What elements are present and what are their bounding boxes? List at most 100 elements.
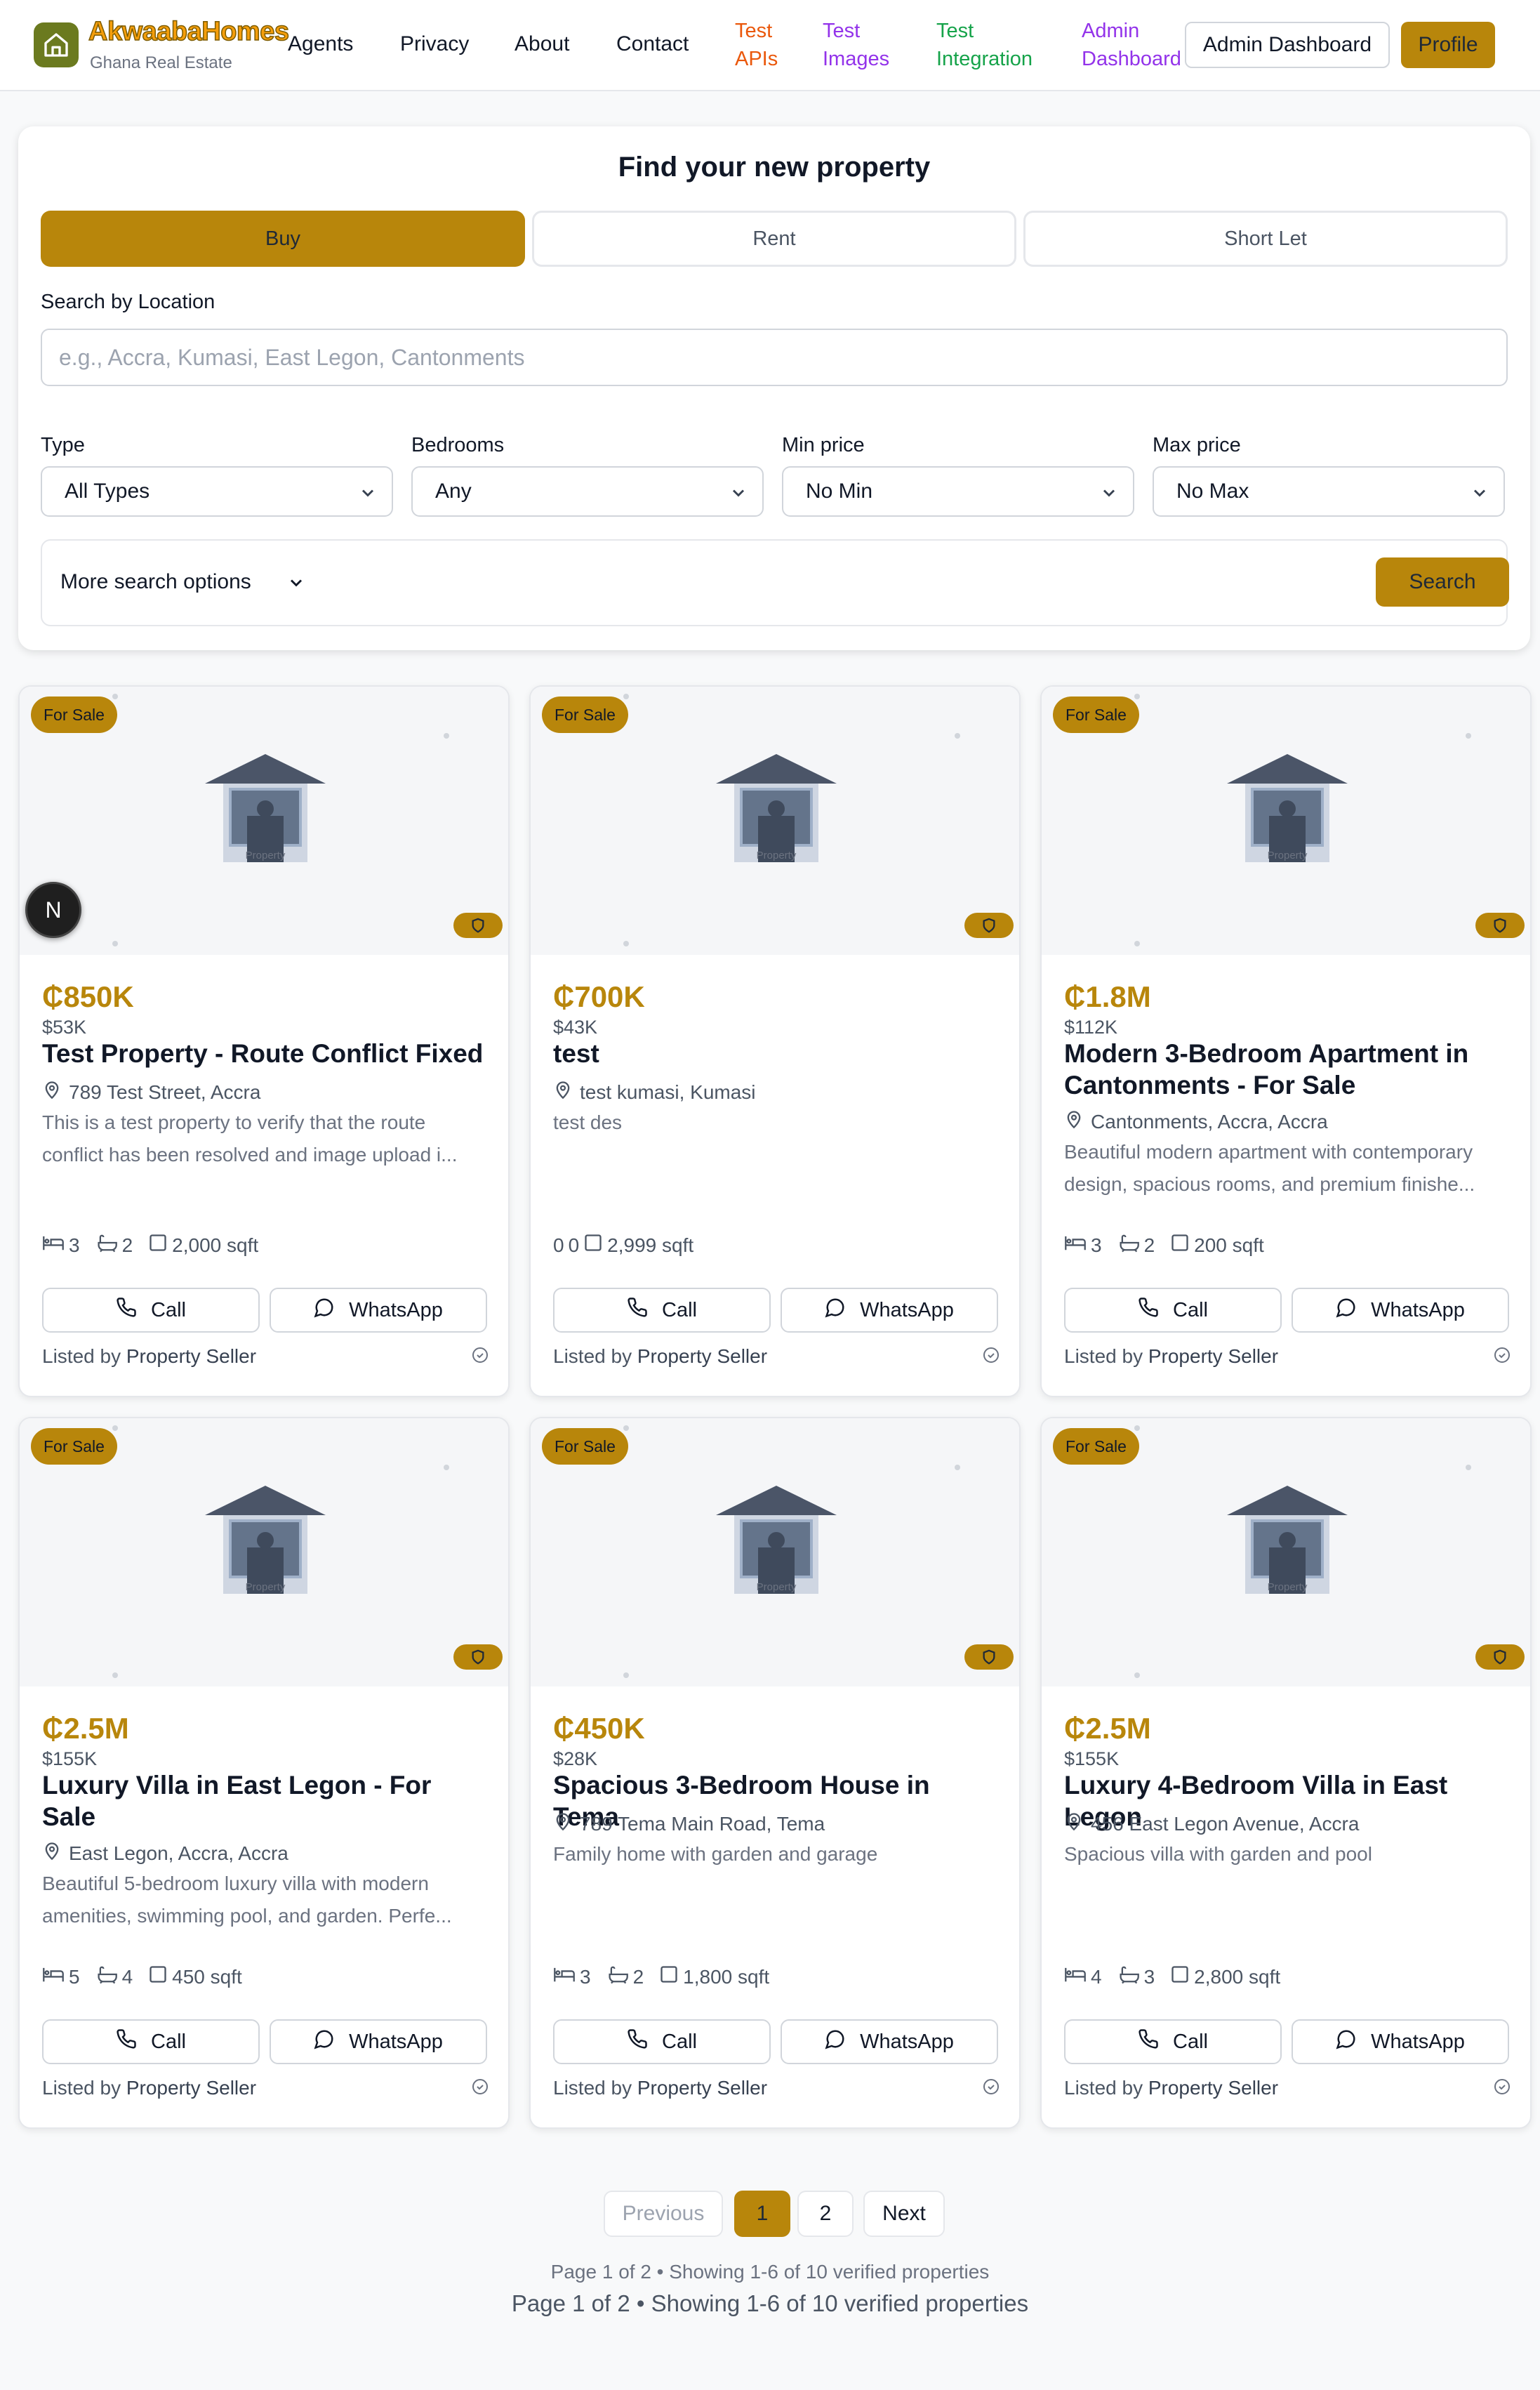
call-button[interactable]: Call [553,2019,771,2064]
verified-check-icon [1494,2078,1511,2099]
beds-count: 0 [553,1234,564,1256]
min-price-select[interactable]: No Min [782,466,1134,517]
seller-name[interactable]: Property Seller [637,2077,767,2099]
baths-count: 4 [121,1965,133,1988]
whatsapp-button[interactable]: WhatsApp [781,2019,998,2064]
pagination-next-button[interactable]: Next [863,2191,945,2237]
house-placeholder-icon: Property [1224,1479,1350,1609]
call-label: Call [662,1298,697,1321]
property-image[interactable]: Property For Sale [20,1418,508,1686]
call-button[interactable]: Call [1064,1288,1282,1333]
nav-test-images[interactable]: Test Images [823,17,889,73]
property-card[interactable]: Property For Sale ₵1.8M $112K Modern 3-Bedro… [1040,685,1532,1397]
image-dot [1466,733,1471,739]
property-card[interactable]: Property For Sale ₵850K $53K Test Property -… [18,685,510,1397]
nav-admin-line2: Dashboard [1082,48,1181,70]
call-button[interactable]: Call [42,1288,260,1333]
property-card[interactable]: Property For Sale ₵450K $28K Spacious 3-Bedr… [529,1417,1021,2129]
chat-icon [825,1297,846,1323]
nav-test-apis[interactable]: Test APIs [735,17,778,73]
property-image[interactable]: Property For Sale [1042,687,1530,955]
whatsapp-label: WhatsApp [860,2030,954,2053]
search-button[interactable]: Search [1376,557,1509,607]
location-pin-icon [1064,1811,1084,1836]
location-pin-icon [42,1841,62,1866]
listed-by-prefix: Listed by [42,1345,126,1367]
chevron-down-icon[interactable] [286,573,306,593]
pagination-previous-button[interactable]: Previous [604,2191,723,2237]
call-label: Call [1173,2030,1208,2053]
tab-rent[interactable]: Rent [532,211,1016,267]
property-card[interactable]: Property For Sale ₵700K $43K test test kumasi… [529,685,1021,1397]
tab-short-let[interactable]: Short Let [1023,211,1508,267]
seller-name[interactable]: Property Seller [126,1345,256,1367]
property-features: 5 4 450 sqft [42,1965,258,1989]
whatsapp-button[interactable]: WhatsApp [270,2019,487,2064]
property-image[interactable]: Property For Sale [1042,1418,1530,1686]
brand-name[interactable]: AkwaabaHomes [88,16,289,47]
nav-agents[interactable]: Agents [288,32,353,56]
property-title[interactable]: test [553,1038,1002,1069]
property-features: 3 2 200 sqft [1064,1233,1280,1257]
image-caption: Property [756,850,797,861]
verified-check-icon [983,2078,1000,2099]
image-dot [112,1672,118,1678]
profile-button[interactable]: Profile [1401,22,1495,68]
property-title[interactable]: Test Property - Route Conflict Fixed [42,1038,491,1069]
home-logo-icon[interactable] [34,22,79,67]
seller-name[interactable]: Property Seller [637,1345,767,1367]
area-value: 2,000 sqft [172,1234,259,1256]
dev-tools-badge[interactable]: N [25,882,81,938]
whatsapp-button[interactable]: WhatsApp [781,1288,998,1333]
property-image[interactable]: Property For Sale [531,1418,1019,1686]
nav-about[interactable]: About [515,32,569,56]
house-placeholder-icon: Property [202,747,328,877]
property-title[interactable]: Modern 3-Bedroom Apartment in Cantonment… [1064,1038,1513,1101]
nav-contact[interactable]: Contact [616,32,689,56]
price-usd: $28K [553,1748,598,1769]
bedrooms-select[interactable]: Any [411,466,764,517]
property-card[interactable]: Property For Sale ₵2.5M $155K Luxury Villa i… [18,1417,510,2129]
image-dot [623,1672,629,1678]
property-title[interactable]: Luxury Villa in East Legon - For Sale [42,1769,491,1833]
call-button[interactable]: Call [553,1288,771,1333]
type-select[interactable]: All Types [41,466,393,517]
seller-name[interactable]: Property Seller [1148,2077,1278,2099]
whatsapp-button[interactable]: WhatsApp [270,1288,487,1333]
seller-name[interactable]: Property Seller [126,2077,256,2099]
area-icon [659,1965,679,1989]
price-local: ₵450K [553,1712,645,1745]
property-image[interactable]: Property For Sale [20,687,508,955]
area-value: 200 sqft [1194,1234,1264,1256]
nav-test-apis-line1: Test [735,20,773,42]
property-card[interactable]: Property For Sale ₵2.5M $155K Luxury 4-Bedro… [1040,1417,1532,2129]
more-search-options-toggle[interactable]: More search options [60,570,251,594]
image-caption: Property [245,1581,286,1593]
nav-admin-dashboard[interactable]: Admin Dashboard [1082,17,1181,73]
property-image[interactable]: Property For Sale [531,687,1019,955]
search-title: Find your new property [618,152,931,183]
call-button[interactable]: Call [42,2019,260,2064]
whatsapp-button[interactable]: WhatsApp [1292,1288,1509,1333]
bed-icon [1064,1233,1087,1257]
image-dot [1134,941,1140,946]
nav-privacy[interactable]: Privacy [400,32,469,56]
seller-name[interactable]: Property Seller [1148,1345,1278,1367]
price-local: ₵700K [553,980,645,1013]
call-button[interactable]: Call [1064,2019,1282,2064]
pagination-page-1[interactable]: 1 [734,2191,790,2237]
pagination-page-2[interactable]: 2 [797,2191,854,2237]
chat-icon [1336,2028,1357,2055]
call-label: Call [151,1298,186,1321]
tab-buy[interactable]: Buy [41,211,525,267]
whatsapp-button[interactable]: WhatsApp [1292,2019,1509,2064]
property-description: This is a test property to verify that t… [42,1111,458,1166]
bath-icon [95,1233,118,1257]
area-icon [1170,1233,1190,1257]
location-search-input[interactable] [41,329,1508,386]
location-text: test kumasi, Kumasi [580,1081,756,1103]
house-placeholder-icon: Property [1224,747,1350,877]
max-price-select[interactable]: No Max [1153,466,1505,517]
nav-test-integration[interactable]: Test Integration [936,17,1033,73]
admin-dashboard-button[interactable]: Admin Dashboard [1185,22,1390,68]
